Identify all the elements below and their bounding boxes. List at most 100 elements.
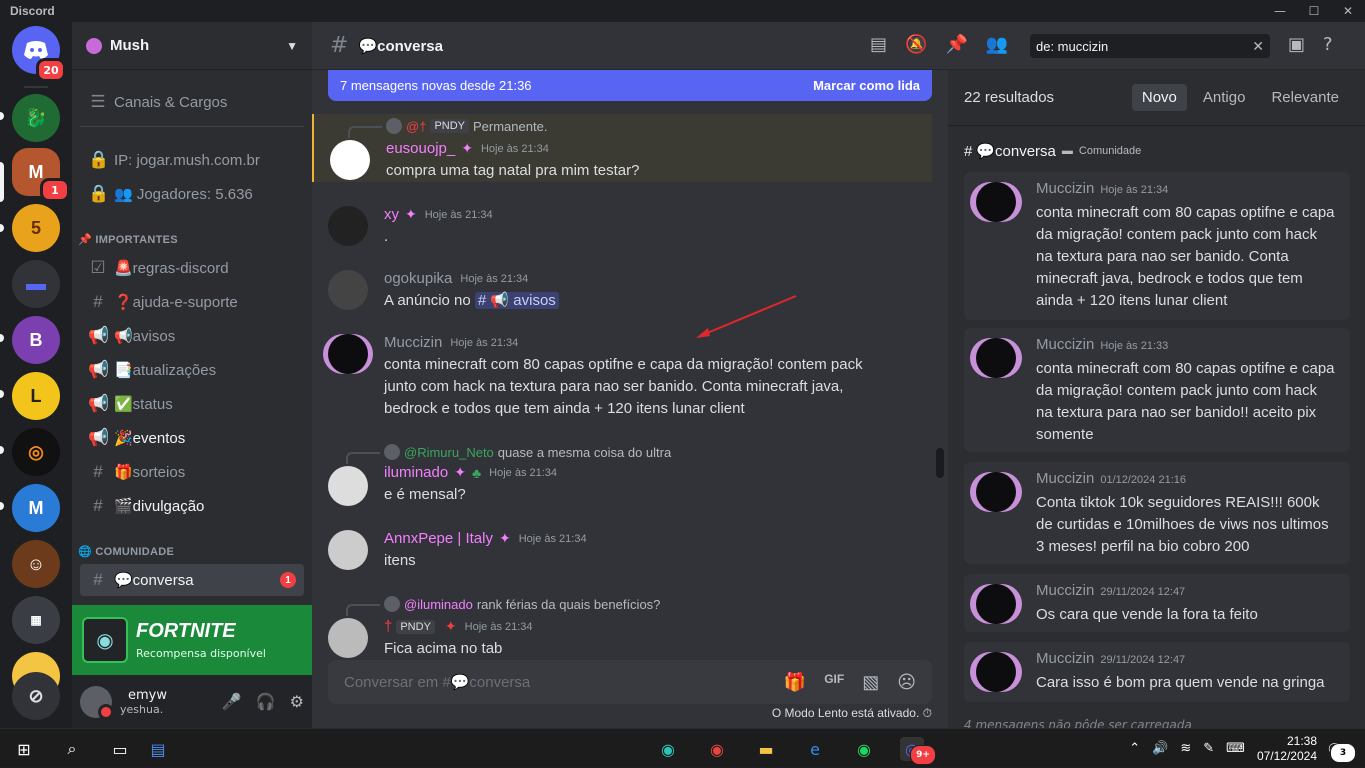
server-rail: 20 🐉 M 1 5 ▬ B L ◎ M ☺ ▦ ⊘ (0, 22, 72, 728)
server-icon[interactable]: ☺ (12, 540, 60, 588)
category-comunidade[interactable]: 🌐 COMUNIDADE (78, 545, 174, 558)
channel-title: 💬conversa (358, 37, 443, 55)
network-icon[interactable]: ≋ (1180, 741, 1191, 756)
channels-roles-item[interactable]: ☰ Canais & Cargos (80, 86, 304, 118)
megaphone-icon: 📢 (88, 428, 110, 447)
members-icon[interactable]: 👥 (986, 34, 1008, 55)
file-explorer-icon[interactable]: ▬ (754, 737, 778, 761)
server-icon[interactable]: 5 (12, 204, 60, 252)
avatar (386, 118, 402, 134)
author-name[interactable]: AnnxPepe | Italy (384, 530, 493, 547)
avatar[interactable] (328, 530, 368, 570)
author-name[interactable]: xy (384, 206, 399, 223)
channel-ajuda[interactable]: # ❓ajuda-e-suporte (80, 286, 304, 318)
sticker-icon[interactable]: ▧ (862, 672, 879, 693)
search-input[interactable]: de: muccizin ✕ (1030, 34, 1270, 58)
locked-channel-players[interactable]: 🔒 👥 Jogadores: 5.636 (80, 178, 304, 210)
mark-as-read-button[interactable]: Marcar como lida (813, 78, 920, 93)
keyboard-icon[interactable]: ⌨ (1226, 741, 1245, 756)
clear-search-icon[interactable]: ✕ (1252, 38, 1264, 55)
server-icon[interactable]: L (12, 372, 60, 420)
server-icon[interactable]: B (12, 316, 60, 364)
folder-icon[interactable]: ▬ (12, 260, 60, 308)
avatar[interactable] (328, 270, 368, 310)
threads-icon[interactable]: ▤ (870, 34, 887, 55)
author-name[interactable]: Muccizin (384, 334, 442, 351)
pin-icon[interactable]: 📌 (945, 34, 967, 55)
author-name[interactable]: iluminado (384, 464, 448, 481)
search-result[interactable]: Muccizin 01/12/2024 21:16 Conta tiktok 10… (964, 462, 1350, 564)
star-icon: ✦ (454, 464, 466, 480)
results-channel[interactable]: # 💬conversa ▬ Comunidade (964, 142, 1141, 161)
ie-icon[interactable]: e (803, 737, 827, 761)
channel-mention[interactable]: # 📢 avisos (474, 292, 559, 309)
server-icon[interactable]: 🐉 (12, 94, 60, 142)
minimize-icon[interactable]: — (1263, 0, 1297, 22)
reply-preview[interactable]: @iluminado rank férias da quais benefíci… (345, 596, 660, 616)
maximize-icon[interactable]: ☐ (1297, 0, 1331, 22)
edge-icon[interactable]: ◉ (656, 737, 680, 761)
microphone-icon[interactable]: 🎤 (222, 692, 242, 711)
channel-divulgacao[interactable]: # 🎬divulgação (80, 490, 304, 522)
chevron-up-icon[interactable]: ⌃ (1129, 741, 1140, 756)
gear-icon[interactable]: ⚙ (290, 692, 304, 711)
clock[interactable]: 21:38 07/12/2024 (1257, 734, 1317, 764)
server-icon[interactable]: M (12, 484, 60, 532)
channel-conversa[interactable]: # 💬conversa 1 (80, 564, 304, 596)
avatar[interactable] (80, 685, 114, 720)
avatar[interactable] (330, 140, 370, 180)
avatar[interactable] (328, 334, 368, 374)
app-icon[interactable]: ▤ (146, 737, 170, 761)
search-icon[interactable]: ⌕ (60, 737, 84, 761)
avatar[interactable] (328, 618, 368, 658)
server-folder-icon[interactable]: ▦ (12, 596, 60, 644)
search-result[interactable]: Muccizin 29/11/2024 12:47 Cara isso é bom… (964, 642, 1350, 702)
search-result[interactable]: Muccizin Hoje às 21:33 conta minecraft co… (964, 328, 1350, 452)
author-name[interactable]: ogokupika (384, 270, 452, 287)
help-icon[interactable]: ? (1323, 34, 1333, 55)
author-name[interactable]: eusouojp_ (386, 140, 455, 157)
spotify-icon[interactable]: ◉ (852, 737, 876, 761)
promo-banner[interactable]: ◉ FORTNITE Recompensa disponível (72, 605, 312, 675)
avatar[interactable] (328, 466, 368, 506)
channel-status[interactable]: 📢 ✅status (80, 388, 304, 420)
locked-channel-ip[interactable]: 🔒 IP: jogar.mush.com.br (80, 144, 304, 176)
result-author: Muccizin (1036, 180, 1095, 197)
gif-icon[interactable]: GIF (824, 672, 844, 693)
new-messages-bar[interactable]: 7 mensagens novas desde 21:36 Marcar com… (328, 70, 932, 101)
emoji-icon[interactable]: ☹ (897, 672, 916, 693)
channel-atualizacoes[interactable]: 📢 📑atualizações (80, 354, 304, 386)
reply-preview[interactable]: @† PNDY Permanente. (347, 118, 547, 138)
headphones-icon[interactable]: 🎧 (256, 692, 276, 711)
tab-antigo[interactable]: Antigo (1193, 84, 1256, 111)
mute-bell-icon[interactable]: 🔕 (905, 34, 927, 55)
chrome-icon[interactable]: ◉ (705, 737, 729, 761)
timestamp: Hoje às 21:34 (518, 532, 587, 545)
author-name[interactable]: † (384, 618, 392, 635)
channel-regras[interactable]: ☑ 🚨regras-discord (80, 252, 304, 284)
result-author: Muccizin (1036, 336, 1095, 353)
volume-icon[interactable]: 🔊 (1152, 741, 1168, 756)
scrollbar[interactable] (936, 448, 944, 478)
inbox-icon[interactable]: ▣ (1288, 34, 1305, 55)
message-input[interactable]: Conversar em #💬conversa 🎁 GIF ▧ ☹ (328, 660, 932, 704)
reply-preview[interactable]: @Rimuru_Neto quase a mesma coisa do ultr… (345, 444, 671, 464)
search-result[interactable]: Muccizin 29/11/2024 12:47 Os cara que ven… (964, 574, 1350, 632)
discover-icon[interactable]: ⊘ (12, 672, 60, 720)
category-importantes[interactable]: 📌 IMPORTANTES (78, 233, 178, 246)
tab-relevante[interactable]: Relevante (1261, 84, 1349, 111)
tab-novo[interactable]: Novo (1131, 84, 1187, 111)
close-icon[interactable]: ✕ (1331, 0, 1365, 22)
channel-eventos[interactable]: 📢 🎉eventos (80, 422, 304, 454)
guild-header[interactable]: Mush ▼ (72, 22, 312, 70)
windows-start-icon[interactable]: ⊞ (12, 737, 36, 761)
gift-icon[interactable]: 🎁 (784, 672, 806, 693)
pen-icon[interactable]: ✎ (1203, 741, 1214, 756)
channel-sorteios[interactable]: # 🎁sorteios (80, 456, 304, 488)
avatar[interactable] (328, 206, 368, 246)
server-icon[interactable]: ◎ (12, 428, 60, 476)
channel-avisos[interactable]: 📢 📢avisos (80, 320, 304, 352)
chat-header: # 💬conversa ▤ 🔕 📌 👥 de: muccizin ✕ ▣ ? (312, 22, 1365, 70)
search-result[interactable]: Muccizin Hoje às 21:34 conta minecraft co… (964, 172, 1350, 320)
task-view-icon[interactable]: ▭ (108, 737, 132, 761)
